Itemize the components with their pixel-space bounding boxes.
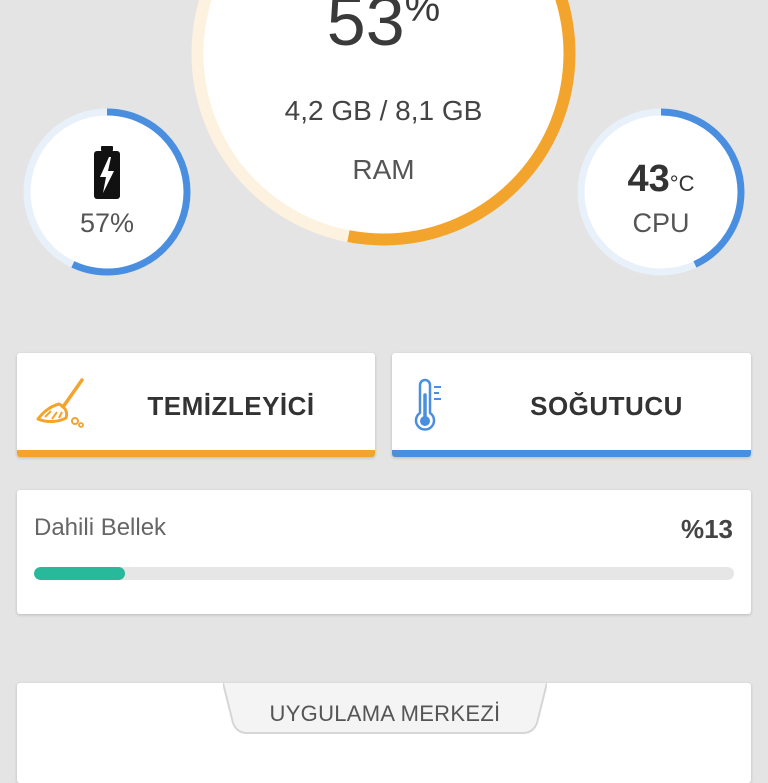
internal-storage-title: Dahili Bellek [34, 514, 167, 541]
app-center-card: UYGULAMA MERKEZİ [17, 683, 751, 783]
thermometer-icon [414, 378, 441, 431]
battery-gauge[interactable]: 57% [21, 106, 193, 278]
cleaner-button-label: TEMİZLEYİCİ [147, 391, 315, 421]
internal-storage-percent: %13 [680, 514, 733, 544]
ram-percent-number: 53 [326, 0, 405, 60]
cooler-button-accent-bar [392, 450, 751, 457]
cpu-temperature: 43°C [575, 158, 747, 201]
broom-icon [36, 378, 84, 428]
internal-storage-progress-track [34, 567, 734, 580]
app-center-title: UYGULAMA MERKEZİ [269, 701, 501, 726]
internal-storage-card[interactable]: Dahili Bellek %13 [17, 490, 751, 614]
cpu-temperature-number: 43 [627, 158, 670, 200]
cpu-gauge[interactable]: 43°C CPU [575, 106, 747, 278]
cleaner-button[interactable]: TEMİZLEYİCİ [17, 353, 375, 457]
internal-storage-progress-fill [34, 567, 125, 580]
cleaner-button-accent-bar [17, 450, 375, 457]
ram-percent-symbol: % [404, 0, 441, 30]
ram-label: RAM [352, 154, 415, 185]
app-center-tab[interactable]: UYGULAMA MERKEZİ [223, 683, 547, 737]
ram-percent: 53% [191, 0, 576, 56]
cooler-button-label: SOĞUTUCU [530, 391, 683, 421]
cpu-label: CPU [632, 208, 690, 238]
cooler-button[interactable]: SOĞUTUCU [392, 353, 751, 457]
battery-charging-icon [94, 146, 120, 199]
ram-usage: 4,2 GB / 8,1 GB [284, 95, 483, 126]
cpu-temperature-unit: °C [669, 171, 695, 196]
battery-value: 57% [79, 208, 135, 238]
ram-gauge[interactable]: 53% 4,2 GB / 8,1 GB RAM [191, 0, 576, 246]
